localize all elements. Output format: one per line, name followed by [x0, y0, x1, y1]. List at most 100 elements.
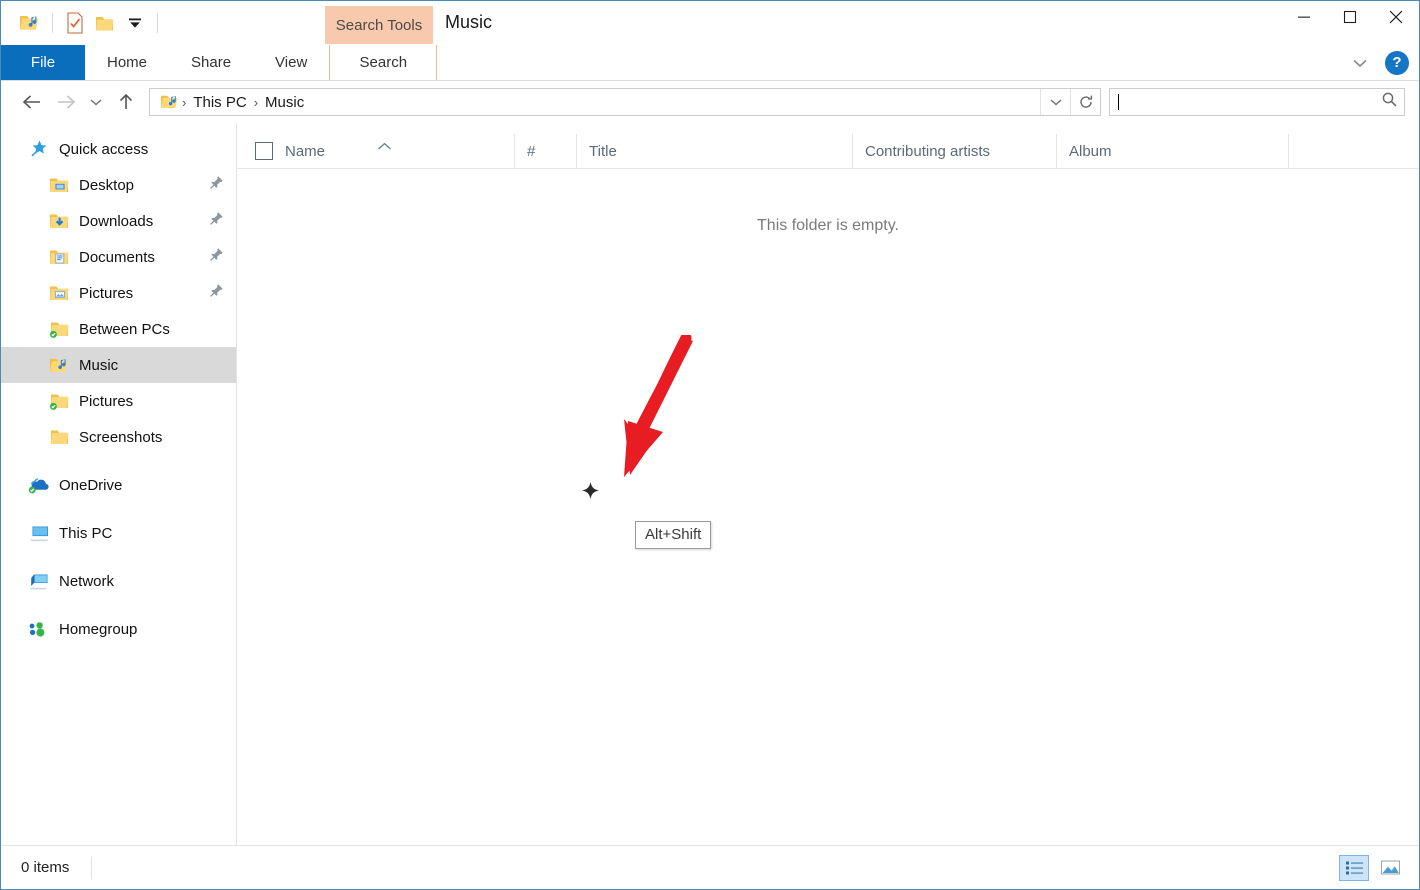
large-icons-view-button[interactable] — [1375, 855, 1405, 881]
downloads-folder-icon — [47, 212, 71, 231]
annotation-arrow-icon — [597, 335, 717, 495]
up-arrow-icon[interactable] — [109, 86, 143, 118]
toolbar-divider-2 — [157, 13, 158, 33]
back-arrow-icon[interactable] — [15, 86, 49, 118]
breadcrumb-separator-2[interactable]: › — [252, 95, 260, 110]
column-header-name[interactable]: Name — [237, 134, 515, 168]
sidebar-item-label: Downloads — [79, 213, 153, 230]
onedrive-icon — [27, 476, 51, 494]
properties-icon[interactable] — [60, 8, 90, 38]
file-list[interactable]: This folder is empty. Alt+Shift — [237, 169, 1419, 845]
sidebar-item-label: Screenshots — [79, 429, 162, 446]
help-button[interactable]: ? — [1385, 51, 1409, 75]
search-input[interactable] — [1109, 88, 1405, 116]
pin-icon[interactable] — [209, 247, 224, 267]
tab-file[interactable]: File — [1, 45, 85, 80]
address-bar[interactable]: › This PC › Music — [149, 88, 1101, 116]
forward-arrow-icon — [49, 86, 83, 118]
column-header-filler[interactable] — [1289, 134, 1419, 168]
navigation-pane: Quick access Desktop — [1, 123, 237, 845]
column-header-album[interactable]: Album — [1057, 134, 1289, 168]
sidebar-item-label: This PC — [59, 525, 112, 542]
music-folder-icon[interactable] — [15, 8, 45, 38]
sidebar-item-quick-access[interactable]: Quick access — [1, 131, 236, 167]
quick-access-toolbar — [1, 8, 165, 38]
sidebar-item-label: Pictures — [79, 393, 133, 410]
sidebar-item-label: Documents — [79, 249, 155, 266]
sidebar-spacer-4 — [1, 599, 236, 611]
file-explorer-window: Search Tools Music File Home Share View … — [0, 0, 1420, 890]
breadcrumb-this-pc[interactable]: This PC — [188, 94, 251, 111]
this-pc-icon — [27, 524, 51, 543]
keyboard-shortcut-tooltip: Alt+Shift — [635, 521, 711, 549]
empty-folder-message: This folder is empty. — [237, 217, 1419, 235]
sidebar-spacer-2 — [1, 503, 236, 515]
breadcrumb: › This PC › Music — [150, 93, 1040, 111]
chevron-down-icon[interactable] — [1345, 49, 1375, 77]
sidebar-item-screenshots[interactable]: Screenshots — [1, 419, 236, 455]
search-text-caret — [1118, 94, 1119, 110]
network-icon — [27, 572, 51, 591]
new-folder-icon[interactable] — [90, 8, 120, 38]
tab-share[interactable]: Share — [169, 45, 253, 80]
search-icon[interactable] — [1381, 91, 1398, 113]
sidebar-item-onedrive[interactable]: OneDrive — [1, 467, 236, 503]
breadcrumb-separator-1[interactable]: › — [180, 95, 188, 110]
folder-icon — [47, 428, 71, 447]
sidebar-item-downloads[interactable]: Downloads — [1, 203, 236, 239]
breadcrumb-music[interactable]: Music — [260, 94, 309, 111]
sidebar-item-label: Quick access — [59, 141, 148, 158]
sidebar-item-music[interactable]: Music — [1, 347, 236, 383]
address-dropdown-chevron-down-icon[interactable] — [1040, 89, 1070, 115]
sidebar-item-network[interactable]: Network — [1, 563, 236, 599]
synced-folder-icon — [47, 320, 71, 339]
sidebar-item-label: Desktop — [79, 177, 134, 194]
column-header-number[interactable]: # — [515, 134, 577, 168]
pin-icon[interactable] — [209, 283, 224, 303]
column-headers: Name # Title Contributing artists Album — [237, 123, 1419, 169]
tab-home[interactable]: Home — [85, 45, 169, 80]
sparkle-cursor-icon — [581, 481, 600, 504]
sidebar-item-between-pcs[interactable]: Between PCs — [1, 311, 236, 347]
sidebar-item-pictures[interactable]: Pictures — [1, 275, 236, 311]
refresh-icon[interactable] — [1070, 89, 1100, 115]
content-pane: Name # Title Contributing artists Album … — [237, 123, 1419, 845]
item-count-label: 0 items — [1, 859, 69, 876]
sidebar-item-label: Pictures — [79, 285, 133, 302]
window-controls — [1281, 1, 1419, 33]
ribbon-right-controls: ? — [1345, 45, 1419, 80]
contextual-tab-header: Search Tools — [325, 6, 433, 44]
tab-search[interactable]: Search — [329, 45, 437, 80]
sidebar-item-pictures-synced[interactable]: Pictures — [1, 383, 236, 419]
sidebar-item-label: Homegroup — [59, 621, 137, 638]
sidebar-item-documents[interactable]: Documents — [1, 239, 236, 275]
sidebar-item-this-pc[interactable]: This PC — [1, 515, 236, 551]
pin-icon[interactable] — [209, 211, 224, 231]
maximize-button[interactable] — [1327, 1, 1373, 33]
sidebar-item-homegroup[interactable]: Homegroup — [1, 611, 236, 647]
title-bar: Search Tools Music — [1, 1, 1419, 45]
music-folder-icon — [47, 356, 71, 375]
status-bar: 0 items — [1, 845, 1419, 889]
sidebar-item-desktop[interactable]: Desktop — [1, 167, 236, 203]
column-header-title[interactable]: Title — [577, 134, 853, 168]
ribbon-tab-bar: File Home Share View Search ? — [1, 45, 1419, 81]
column-header-contributing-artists[interactable]: Contributing artists — [853, 134, 1057, 168]
desktop-folder-icon — [47, 176, 71, 195]
sidebar-spacer-3 — [1, 551, 236, 563]
sidebar-item-label: OneDrive — [59, 477, 122, 494]
customize-qat-dropdown-icon[interactable] — [120, 8, 150, 38]
select-all-checkbox[interactable] — [255, 142, 273, 160]
close-button[interactable] — [1373, 1, 1419, 33]
tab-view[interactable]: View — [253, 45, 329, 80]
explorer-body: Quick access Desktop — [1, 123, 1419, 845]
window-title: Music — [445, 12, 492, 33]
recent-locations-chevron-down-icon[interactable] — [83, 86, 109, 118]
details-view-button[interactable] — [1339, 855, 1369, 881]
star-pin-icon — [27, 139, 51, 159]
sidebar-item-label: Network — [59, 573, 114, 590]
sidebar-item-label: Music — [79, 357, 118, 374]
minimize-button[interactable] — [1281, 1, 1327, 33]
pin-icon[interactable] — [209, 175, 224, 195]
pictures-folder-icon — [47, 284, 71, 303]
